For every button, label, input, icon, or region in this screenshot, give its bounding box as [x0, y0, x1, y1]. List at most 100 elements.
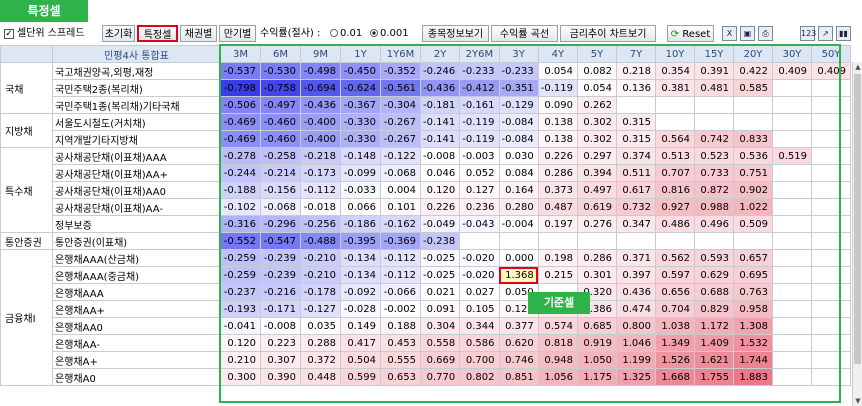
spread-cell[interactable]: -0.400 — [300, 130, 341, 148]
spread-cell[interactable]: -0.186 — [340, 215, 381, 233]
bond-name-cell[interactable]: 은행채AAA(중금채) — [52, 266, 221, 284]
spread-cell[interactable]: -0.156 — [260, 181, 301, 199]
spread-cell[interactable]: 0.054 — [577, 79, 617, 97]
spread-cell[interactable]: 1.621 — [694, 351, 734, 369]
spread-cell[interactable]: -0.239 — [260, 249, 301, 267]
bond-name-cell[interactable]: 공사채공단채(이표채)AAA — [52, 147, 221, 165]
spread-cell[interactable]: -0.041 — [220, 317, 261, 335]
scroll-up-icon[interactable]: ▲ — [853, 62, 862, 72]
bond-name-cell[interactable]: 국민주택1종(복리채)기타국채 — [52, 96, 221, 114]
spread-cell[interactable] — [811, 215, 851, 233]
spread-cell[interactable]: -0.330 — [340, 113, 381, 131]
spread-cell[interactable]: 0.474 — [616, 300, 656, 318]
spread-cell[interactable] — [733, 113, 773, 131]
spread-cell[interactable]: 0.555 — [380, 351, 421, 369]
spread-cell[interactable]: 0.833 — [733, 130, 773, 148]
spread-cell[interactable]: -0.246 — [419, 62, 461, 80]
spread-cell[interactable]: 0.599 — [340, 368, 381, 386]
spread-cell[interactable]: -0.084 — [498, 113, 539, 131]
spread-cell[interactable] — [811, 96, 851, 114]
spread-cell[interactable]: -0.506 — [220, 96, 261, 114]
bond-name-cell[interactable]: 서울도시철도(거치채) — [52, 113, 221, 131]
spread-cell[interactable]: 0.902 — [733, 181, 773, 199]
spread-cell[interactable]: -0.004 — [498, 215, 539, 233]
spread-cell[interactable]: -0.694 — [300, 79, 341, 97]
spread-cell[interactable]: 0.300 — [220, 368, 261, 386]
issue-info-button[interactable]: 종목정보보기 — [422, 25, 489, 42]
spread-cell[interactable]: -0.267 — [380, 130, 421, 148]
spread-cell[interactable]: 0.354 — [655, 62, 695, 80]
spread-cell[interactable]: 0.422 — [733, 62, 773, 80]
spread-cell[interactable]: 0.732 — [616, 198, 656, 216]
spread-cell[interactable]: 0.523 — [694, 147, 734, 165]
bond-name-cell[interactable]: 은행채AAA — [52, 283, 221, 301]
spread-cell[interactable]: -0.043 — [459, 215, 500, 233]
spread-cell[interactable] — [772, 368, 812, 386]
spread-cell[interactable]: -0.547 — [260, 232, 301, 250]
spread-cell[interactable] — [811, 147, 851, 165]
spread-cell[interactable]: 0.453 — [380, 334, 421, 352]
spread-cell[interactable]: 0.481 — [694, 79, 734, 97]
bond-name-cell[interactable]: 정부보증 — [52, 215, 221, 233]
spread-cell[interactable]: 0.394 — [577, 164, 617, 182]
spread-cell[interactable] — [616, 96, 656, 114]
spread-cell[interactable]: -0.008 — [260, 317, 301, 335]
spread-cell[interactable] — [772, 249, 812, 267]
spread-cell[interactable]: -0.367 — [340, 96, 381, 114]
radio-0001[interactable]: 0.001 — [370, 25, 409, 42]
spread-cell[interactable] — [772, 334, 812, 352]
spread-cell[interactable]: 0.030 — [498, 147, 539, 165]
spread-cell[interactable]: 1.050 — [577, 351, 617, 369]
spread-cell[interactable]: -0.008 — [419, 147, 461, 165]
spread-cell[interactable] — [655, 113, 695, 131]
spread-cell[interactable]: 0.417 — [340, 334, 381, 352]
spread-cell[interactable]: -0.127 — [300, 300, 341, 318]
spread-cell[interactable]: 0.562 — [655, 249, 695, 267]
spread-cell[interactable]: 0.347 — [616, 215, 656, 233]
spread-cell[interactable]: 0.046 — [419, 164, 461, 182]
spread-cell[interactable]: 0.851 — [498, 368, 539, 386]
column-header[interactable]: 3Y — [498, 45, 539, 63]
spread-cell[interactable]: -0.188 — [220, 181, 261, 199]
spread-cell[interactable]: 0.286 — [577, 249, 617, 267]
spread-cell[interactable]: -0.028 — [340, 300, 381, 318]
spread-cell[interactable]: 0.136 — [616, 79, 656, 97]
spread-cell[interactable]: 1.883 — [733, 368, 773, 386]
spread-cell[interactable]: -0.033 — [340, 181, 381, 199]
spread-cell[interactable]: 1.022 — [733, 198, 773, 216]
spread-cell[interactable]: -0.210 — [300, 266, 341, 284]
spread-cell[interactable]: 0.297 — [577, 147, 617, 165]
spread-cell[interactable] — [694, 232, 734, 250]
vertical-scrollbar[interactable]: ▲ ▼ — [852, 62, 862, 406]
spread-cell[interactable]: 1.526 — [655, 351, 695, 369]
spread-cell[interactable]: -0.112 — [380, 266, 421, 284]
column-header[interactable]: 20Y — [733, 45, 773, 63]
rate-trend-chart-button[interactable]: 금리추이 차트보기 — [560, 25, 656, 42]
spread-cell[interactable]: 0.198 — [537, 249, 579, 267]
radio-001[interactable]: 0.01 — [330, 25, 362, 42]
spread-cell[interactable]: 0.164 — [498, 181, 539, 199]
spread-cell[interactable]: -0.173 — [300, 164, 341, 182]
spread-cell[interactable]: -0.498 — [300, 62, 341, 80]
reset-button[interactable]: ⟳ Reset — [667, 25, 714, 42]
spread-cell[interactable] — [811, 164, 851, 182]
base-cell[interactable]: 1.368 — [498, 266, 539, 284]
spread-cell[interactable]: -0.161 — [459, 96, 500, 114]
spread-cell[interactable]: 1.172 — [694, 317, 734, 335]
spread-cell[interactable]: -0.148 — [340, 147, 381, 165]
spread-cell[interactable]: 0.695 — [733, 266, 773, 284]
spread-cell[interactable]: 0.511 — [616, 164, 656, 182]
spread-cell[interactable]: 0.802 — [459, 368, 500, 386]
spread-cell[interactable]: 0.617 — [616, 181, 656, 199]
spread-cell[interactable] — [772, 317, 812, 335]
spread-cell[interactable] — [459, 232, 500, 250]
spread-cell[interactable]: 0.226 — [537, 147, 579, 165]
spread-cell[interactable]: -0.450 — [340, 62, 381, 80]
spread-cell[interactable]: -0.218 — [300, 147, 341, 165]
spread-cell[interactable]: -0.129 — [498, 96, 539, 114]
spread-cell[interactable]: -0.552 — [220, 232, 261, 250]
spread-cell[interactable]: -0.400 — [300, 113, 341, 131]
spread-cell[interactable]: 0.090 — [537, 96, 579, 114]
spread-cell[interactable]: 1.175 — [577, 368, 617, 386]
spread-cell[interactable] — [772, 300, 812, 318]
